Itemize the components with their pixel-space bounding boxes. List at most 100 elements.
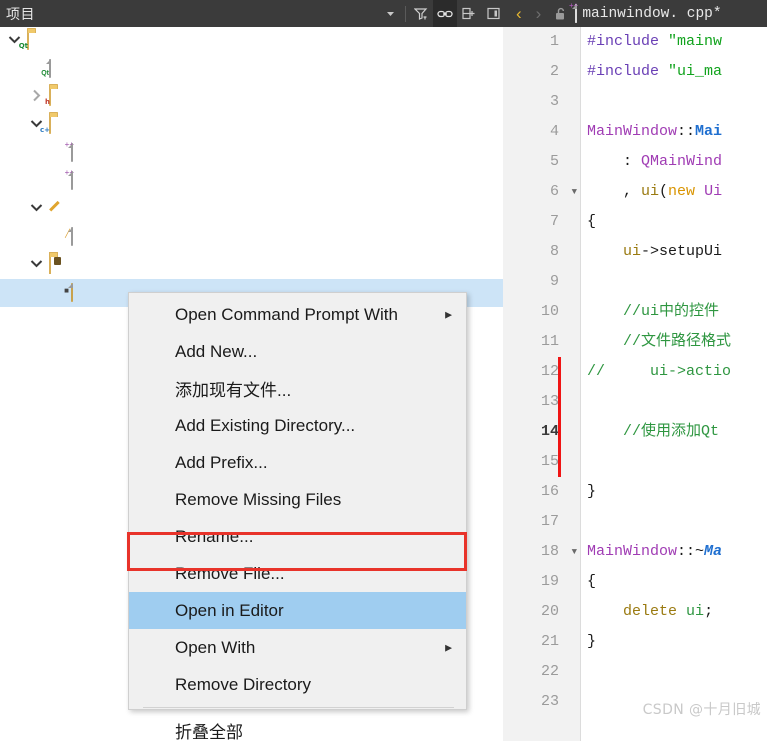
nav-forward-icon[interactable]: ›	[529, 5, 549, 22]
editor-code-area[interactable]: #include "mainw #include "ui_ma MainWindow…	[582, 27, 767, 741]
chevron-down-icon[interactable]	[28, 203, 45, 215]
link-sync-icon[interactable]	[433, 0, 457, 27]
code-line[interactable]	[582, 447, 767, 477]
menu-item-add-prefix[interactable]: Add Prefix...	[129, 444, 466, 481]
code-line[interactable]: // ui->actio	[582, 357, 767, 387]
gutter-line: 14	[503, 417, 581, 447]
panel-toolbar	[378, 0, 505, 27]
gutter-line: 22	[503, 657, 581, 687]
code-line[interactable]	[582, 507, 767, 537]
file-ui-icon: ╱	[65, 227, 73, 246]
menu-item-add-existing-directory[interactable]: Add Existing Directory...	[129, 407, 466, 444]
chevron-down-icon[interactable]	[378, 0, 402, 27]
code-line[interactable]: #include "mainw	[582, 27, 767, 57]
menu-item-label: Add Existing Directory...	[175, 415, 356, 435]
menu-item-label: 折叠全部	[175, 723, 243, 741]
code-line[interactable]: ui->setupUi	[582, 237, 767, 267]
code-line[interactable]: {	[582, 567, 767, 597]
line-number: 20	[540, 603, 559, 620]
menu-item-open-in-editor[interactable]: Open in Editor	[129, 592, 466, 629]
tree-item-mainwindow-cpp[interactable]: ++	[0, 167, 503, 195]
gutter-line: 8	[503, 237, 581, 267]
code-line-text: // ui->actio	[587, 363, 732, 380]
toolbar-divider	[405, 5, 406, 22]
line-number: 10	[540, 303, 559, 320]
line-number: 8	[549, 243, 559, 260]
code-line[interactable]: : QMainWind	[582, 147, 767, 177]
code-line-text: #include "ui_ma	[587, 63, 723, 80]
menu-item-label: Add New...	[175, 341, 258, 361]
filter-icon[interactable]	[409, 0, 433, 27]
sidebar-toggle-icon[interactable]	[481, 0, 505, 27]
code-line[interactable]: delete ui;	[582, 597, 767, 627]
menu-item-open-command-prompt-with[interactable]: Open Command Prompt With ▶	[129, 296, 466, 333]
tree-item-sources[interactable]: c+	[0, 111, 503, 139]
code-line[interactable]	[582, 267, 767, 297]
code-line[interactable]: #include "ui_ma	[582, 57, 767, 87]
menu-item-rename[interactable]: Rename...	[129, 518, 466, 555]
menu-item-[interactable]: 折叠全部	[129, 712, 466, 741]
code-line-text: , ui(new Ui	[587, 183, 723, 200]
code-line[interactable]: {	[582, 207, 767, 237]
menu-item-label: 添加现有文件...	[175, 381, 292, 400]
chevron-down-icon[interactable]	[28, 259, 45, 271]
code-line[interactable]	[582, 657, 767, 687]
file-pro-icon: Qt	[41, 59, 51, 78]
menu-item-remove-directory[interactable]: Remove Directory	[129, 666, 466, 703]
fold-marker-icon[interactable]: ▼	[572, 177, 577, 207]
tree-item-02-qtsource-pro[interactable]: Qt	[0, 55, 503, 83]
gutter-line: 13	[503, 387, 581, 417]
tree-item-forms[interactable]	[0, 195, 503, 223]
menu-item-[interactable]: 添加现有文件...	[129, 370, 466, 407]
menu-item-label: Open in Editor	[175, 600, 284, 620]
project-panel-header: 项目	[0, 0, 505, 27]
code-line[interactable]: //文件路径格式	[582, 327, 767, 357]
tree-item-main-cpp[interactable]: ++	[0, 139, 503, 167]
tree-item-resources[interactable]	[0, 251, 503, 279]
code-line-text: //使用添加Qt	[587, 423, 720, 440]
fold-marker-icon[interactable]: ▼	[572, 537, 577, 567]
code-line[interactable]: //使用添加Qt	[582, 417, 767, 447]
code-line[interactable]: , ui(new Ui	[582, 177, 767, 207]
menu-separator	[143, 707, 454, 708]
menu-item-open-with[interactable]: Open With ▶	[129, 629, 466, 666]
gutter-line: 3	[503, 87, 581, 117]
code-line[interactable]: MainWindow::Mai	[582, 117, 767, 147]
qt-creator-window: 项目 ‹ › ++ mainwindow. cpp* Qt Qt h c+ ++…	[0, 0, 767, 741]
gutter-line: 16	[503, 477, 581, 507]
gutter-line: 17	[503, 507, 581, 537]
chevron-right-icon[interactable]	[28, 89, 45, 105]
menu-item-remove-file[interactable]: Remove File...	[129, 555, 466, 592]
line-number: 14	[540, 423, 559, 440]
code-line[interactable]	[582, 387, 767, 417]
code-line[interactable]	[582, 87, 767, 117]
code-line[interactable]: }	[582, 477, 767, 507]
split-add-icon[interactable]	[457, 0, 481, 27]
nav-back-icon[interactable]: ‹	[509, 5, 529, 22]
context-menu[interactable]: Open Command Prompt With ▶ Add New... 添加现有文…	[128, 292, 467, 741]
line-number: 1	[549, 33, 559, 50]
tree-item-mainwindow-ui[interactable]: ╱	[0, 223, 503, 251]
code-line-text: }	[587, 483, 597, 500]
tree-item-headers[interactable]: h	[0, 83, 503, 111]
gutter-line: 19	[503, 567, 581, 597]
line-number: 3	[549, 93, 559, 110]
code-editor[interactable]: 1 2 3 4 5 6 ▼ 7 8 9 10 11 12 13 14 15 16 17 18 ▼ 19 20 21 22 23 …	[503, 27, 767, 741]
code-line[interactable]: }	[582, 627, 767, 657]
gutter-line: 21	[503, 627, 581, 657]
gutter-line: 10	[503, 297, 581, 327]
line-number: 4	[549, 123, 559, 140]
menu-item-add-new[interactable]: Add New...	[129, 333, 466, 370]
menu-item-remove-missing-files[interactable]: Remove Missing Files	[129, 481, 466, 518]
line-number: 16	[540, 483, 559, 500]
tab-title[interactable]: mainwindow. cpp*	[582, 6, 721, 22]
menu-item-label: Remove Missing Files	[175, 489, 342, 509]
folder-headers-icon: h	[45, 87, 51, 106]
code-line[interactable]: MainWindow::~Ma	[582, 537, 767, 567]
line-number: 23	[540, 693, 559, 710]
tree-item-02-qtsource[interactable]: Qt	[0, 27, 503, 55]
gutter-line: 9	[503, 267, 581, 297]
code-line[interactable]: //ui中的控件	[582, 297, 767, 327]
menu-item-label: Remove File...	[175, 563, 285, 583]
code-line-text: delete ui;	[623, 603, 714, 620]
